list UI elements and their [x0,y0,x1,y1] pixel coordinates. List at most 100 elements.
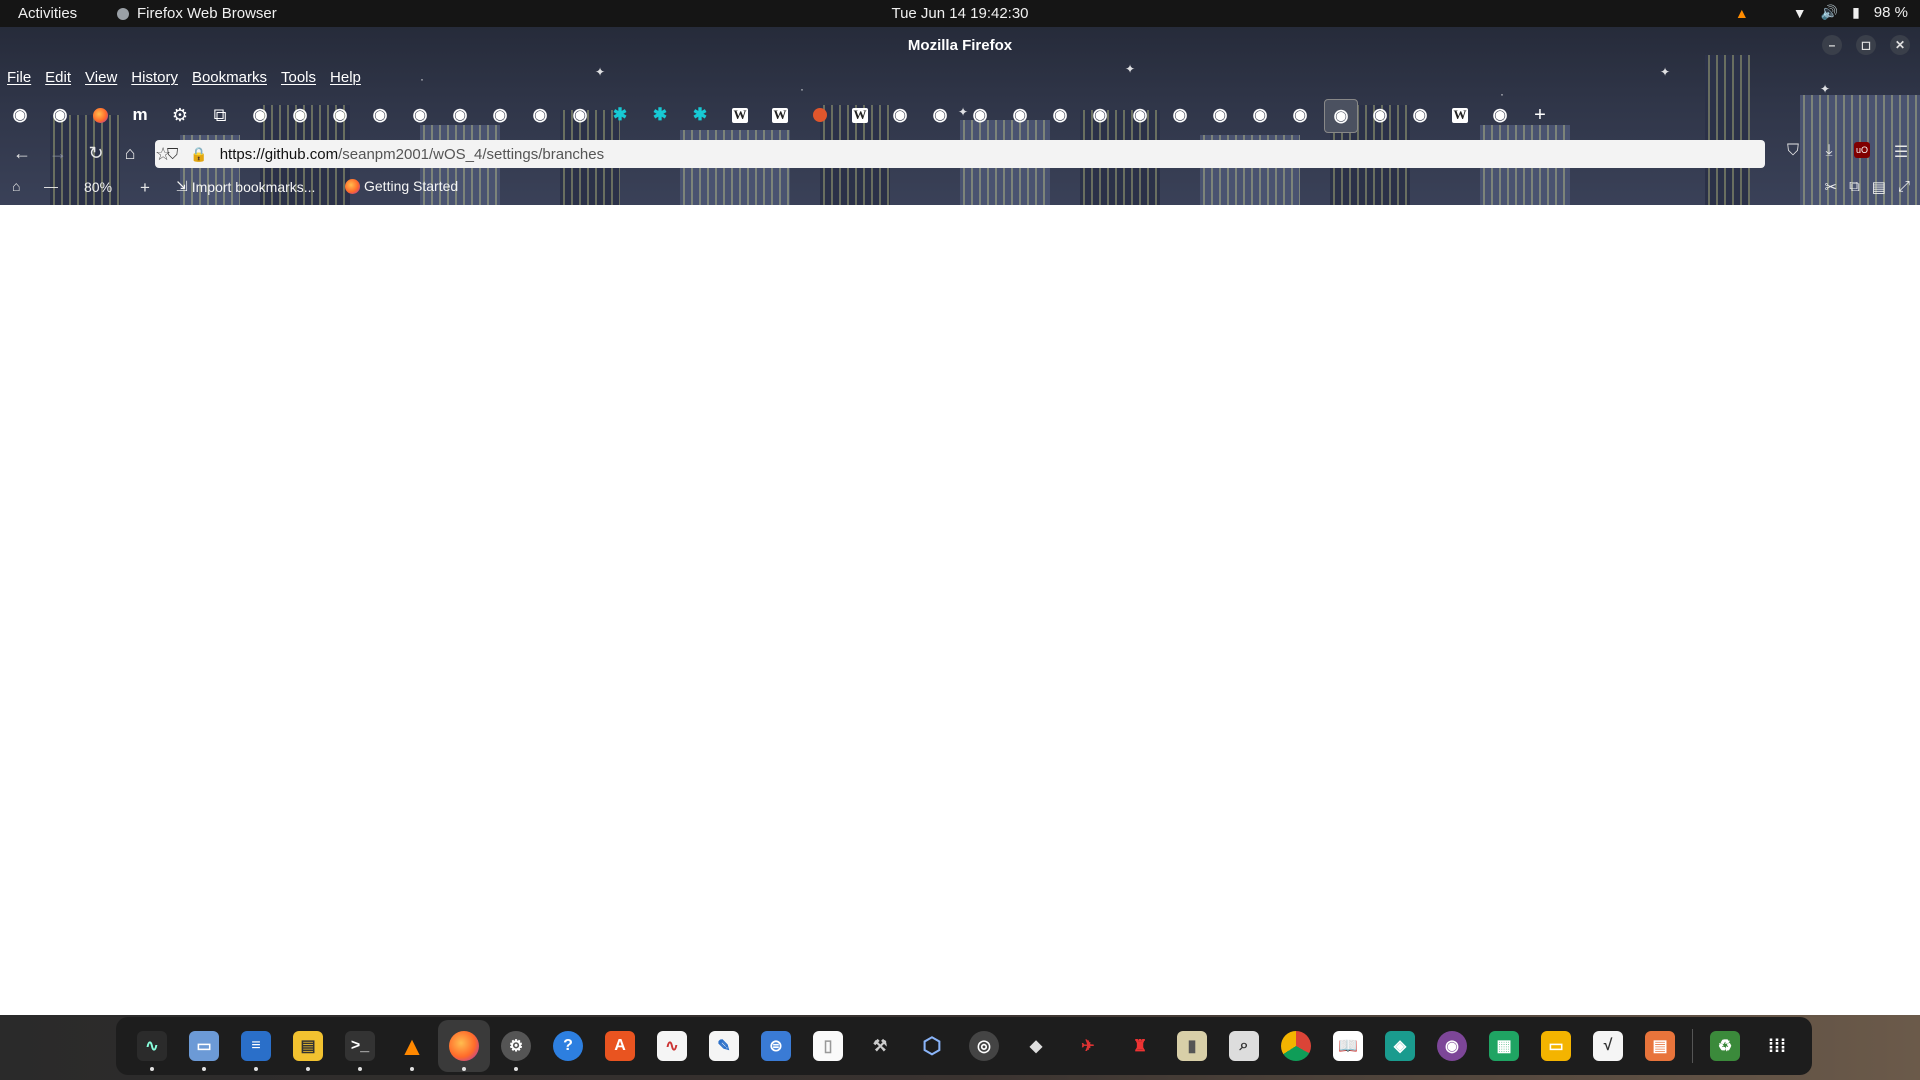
tab-github[interactable]: ◉ [1206,101,1234,129]
close-button[interactable]: ✕ [1890,35,1910,55]
menu-hamburger-icon[interactable]: ☰ [1890,142,1912,162]
bookmark-import[interactable]: ⇲ Import bookmarks... [176,178,315,195]
page-content[interactable] [0,205,1920,1015]
menu-history[interactable]: History [124,65,185,89]
dock-app-teal[interactable]: ◈ [1374,1020,1426,1072]
dock-trash[interactable]: ♻ [1699,1020,1751,1072]
tab-github[interactable]: ◉ [1006,101,1034,129]
menu-bookmarks[interactable]: Bookmarks [185,65,274,89]
tab-github[interactable]: ◉ [406,101,434,129]
tab-puzzle[interactable]: ✱ [606,101,634,129]
tab-github[interactable]: ◉ [886,101,914,129]
home-button[interactable]: ⌂ [118,141,142,165]
dock-chrome[interactable] [1270,1020,1322,1072]
new-tab-button[interactable]: + [1526,101,1554,129]
tab-puzzle[interactable]: ✱ [686,101,714,129]
tab-github[interactable]: ◉ [1366,101,1394,129]
dock-text-editor[interactable]: ✎ [698,1020,750,1072]
activities-button[interactable]: Activities [18,5,77,22]
dock-help[interactable]: ? [542,1020,594,1072]
tab-github[interactable]: ◉ [1286,101,1314,129]
dock-spreadsheet[interactable]: ▦ [1478,1020,1530,1072]
tab-github[interactable]: ◉ [486,101,514,129]
tab-github[interactable]: ◉ [286,101,314,129]
tab-github[interactable]: ◉ [1046,101,1074,129]
tab-github[interactable]: ◉ [926,101,954,129]
tab-orange[interactable] [806,101,834,129]
dock-books[interactable]: 📖 [1322,1020,1374,1072]
tab-settings[interactable]: ⚙ [166,101,194,129]
clock[interactable]: Tue Jun 14 19:42:30 [891,5,1028,22]
dock-app-grid[interactable]: ⁞⁞⁞ [1751,1020,1803,1072]
tab-github[interactable]: ◉ [46,101,74,129]
downloads-icon[interactable]: ⤓ [1818,142,1840,162]
dock-files[interactable]: ▭ [178,1020,230,1072]
tab-wikipedia[interactable]: W [1446,101,1474,129]
bookmark-getting-started[interactable]: Getting Started [344,178,458,194]
dock-archive[interactable]: ▮ [1166,1020,1218,1072]
dock-writer[interactable]: ≡ [230,1020,282,1072]
window-titlebar[interactable]: Mozilla Firefox – ◻ ✕ [0,27,1920,63]
cut-icon[interactable]: ✂ [1825,178,1838,196]
dock-inkscape[interactable]: ◆ [1010,1020,1062,1072]
dock-mario-game[interactable]: ♜ [1114,1020,1166,1072]
dock-racing-game[interactable]: ✈ [1062,1020,1114,1072]
menu-help[interactable]: Help [323,65,368,89]
menu-file[interactable]: File [0,65,38,89]
tab-firefox[interactable] [86,101,114,129]
maximize-button[interactable]: ◻ [1856,35,1876,55]
tab-extension[interactable]: ⧉ [206,101,234,129]
menu-tools[interactable]: Tools [274,65,323,89]
ublock-icon[interactable]: uO [1854,142,1876,162]
dock-tor[interactable]: ◉ [1426,1020,1478,1072]
tab-wikipedia[interactable]: W [726,101,754,129]
tab-wikipedia[interactable]: W [846,101,874,129]
dock-virtualbox[interactable]: ⬡ [906,1020,958,1072]
tab-wikipedia[interactable]: W [766,101,794,129]
back-button[interactable]: ← [10,141,34,165]
tab-github[interactable]: ◉ [366,101,394,129]
tab-github[interactable]: ◉ [1406,101,1434,129]
tab-github[interactable]: ◉ [1166,101,1194,129]
url-bar[interactable]: ⛉ 🔒 https://github.com/seanpm2001/wOS_4/… [155,140,1765,168]
dock-tool[interactable]: ⚒ [854,1020,906,1072]
minimize-button[interactable]: – [1822,35,1842,55]
dock-firefox[interactable] [438,1020,490,1072]
dock-settings[interactable]: ⚙ [490,1020,542,1072]
dock-document[interactable]: ▯ [802,1020,854,1072]
url-text[interactable]: https://github.com/seanpm2001/wOS_4/sett… [220,146,604,163]
reload-button[interactable]: ↻ [84,141,108,165]
tab-github[interactable]: ◉ [966,101,994,129]
bookmark-star-icon[interactable]: ☆ [155,144,171,165]
tab-github[interactable]: ◉ [526,101,554,129]
copy-icon[interactable]: ⧉ [1849,178,1860,196]
tab-github-active[interactable]: ◉ [1324,99,1358,133]
zoom-in-icon[interactable]: + [140,178,150,198]
tab-github[interactable]: ◉ [1246,101,1274,129]
dock-graph[interactable]: ∿ [646,1020,698,1072]
tab-puzzle[interactable]: ✱ [646,101,674,129]
tab-github[interactable]: ◉ [566,101,594,129]
dock-slides[interactable]: ▭ [1530,1020,1582,1072]
menu-edit[interactable]: Edit [38,65,78,89]
vlc-tray-icon[interactable]: ▲ [1735,5,1749,21]
tab-github[interactable]: ◉ [6,101,34,129]
tab-github[interactable]: ◉ [1486,101,1514,129]
dock-presentation[interactable]: ▤ [1634,1020,1686,1072]
dock-disk[interactable]: ◎ [958,1020,1010,1072]
dock-notes[interactable]: ▤ [282,1020,334,1072]
dock-math[interactable]: √ [1582,1020,1634,1072]
status-area[interactable]: ▲ ▼ 🔊 ▮ 98 % [1735,4,1908,21]
tab-github[interactable]: ◉ [326,101,354,129]
pocket-icon[interactable]: ⛉ [1782,142,1804,162]
paste-icon[interactable]: ▤ [1872,178,1886,196]
dock-vlc[interactable]: ▲ [386,1020,438,1072]
tab-github[interactable]: ◉ [246,101,274,129]
tab-mastodon[interactable]: m [126,101,154,129]
zoom-out-icon[interactable]: — [44,178,58,194]
lock-icon[interactable]: 🔒 [190,146,207,163]
zoom-level[interactable]: 80% [84,179,112,195]
dock-software[interactable]: A [594,1020,646,1072]
fullscreen-icon[interactable]: ⤢ [1898,178,1910,196]
tab-github[interactable]: ◉ [1126,101,1154,129]
